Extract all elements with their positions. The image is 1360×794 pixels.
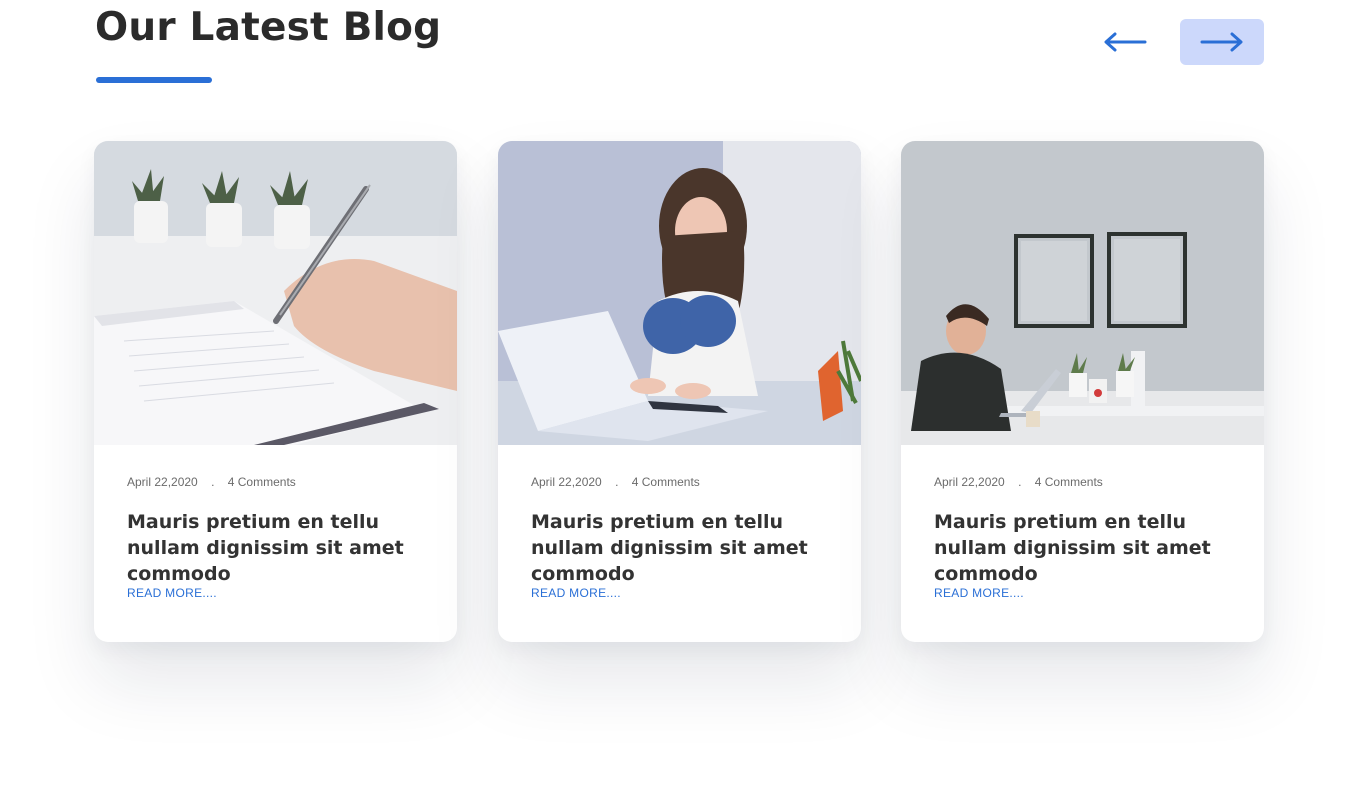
blog-card[interactable]: April 22,2020 . 4 Comments Mauris pretiu… — [901, 141, 1264, 642]
post-title[interactable]: Mauris pretium en tellu nullam dignissim… — [531, 509, 831, 587]
read-more-link[interactable]: READ MORE.... — [531, 586, 621, 600]
hand-writing-notebook-photo[interactable] — [94, 141, 457, 445]
read-more-link[interactable]: READ MORE.... — [934, 586, 1024, 600]
post-meta: April 22,2020 . 4 Comments — [127, 475, 296, 489]
meta-separator: . — [211, 475, 215, 489]
post-date: April 22,2020 — [127, 475, 198, 489]
arrow-left-icon — [1104, 32, 1147, 52]
arrow-right-icon — [1200, 32, 1243, 52]
post-title[interactable]: Mauris pretium en tellu nullam dignissim… — [934, 509, 1234, 587]
comments-count[interactable]: 4 Comments — [1035, 475, 1103, 489]
post-date: April 22,2020 — [531, 475, 602, 489]
comments-count[interactable]: 4 Comments — [632, 475, 700, 489]
meta-separator: . — [1018, 475, 1022, 489]
man-working-at-desk-photo[interactable] — [901, 141, 1264, 445]
blog-card[interactable]: April 22,2020 . 4 Comments Mauris pretiu… — [94, 141, 457, 642]
meta-separator: . — [615, 475, 619, 489]
blog-card[interactable]: April 22,2020 . 4 Comments Mauris pretiu… — [498, 141, 861, 642]
post-title[interactable]: Mauris pretium en tellu nullam dignissim… — [127, 509, 427, 587]
prev-button[interactable] — [1083, 19, 1167, 65]
read-more-link[interactable]: READ MORE.... — [127, 586, 217, 600]
post-date: April 22,2020 — [934, 475, 1005, 489]
next-button[interactable] — [1180, 19, 1264, 65]
section-title: Our Latest Blog — [95, 5, 442, 50]
comments-count[interactable]: 4 Comments — [228, 475, 296, 489]
woman-on-laptop-photo[interactable] — [498, 141, 861, 445]
post-meta: April 22,2020 . 4 Comments — [531, 475, 700, 489]
blog-section: Our Latest Blog April 22,2020 . 4 Commen… — [0, 0, 1360, 794]
title-underline — [96, 77, 212, 83]
post-meta: April 22,2020 . 4 Comments — [934, 475, 1103, 489]
